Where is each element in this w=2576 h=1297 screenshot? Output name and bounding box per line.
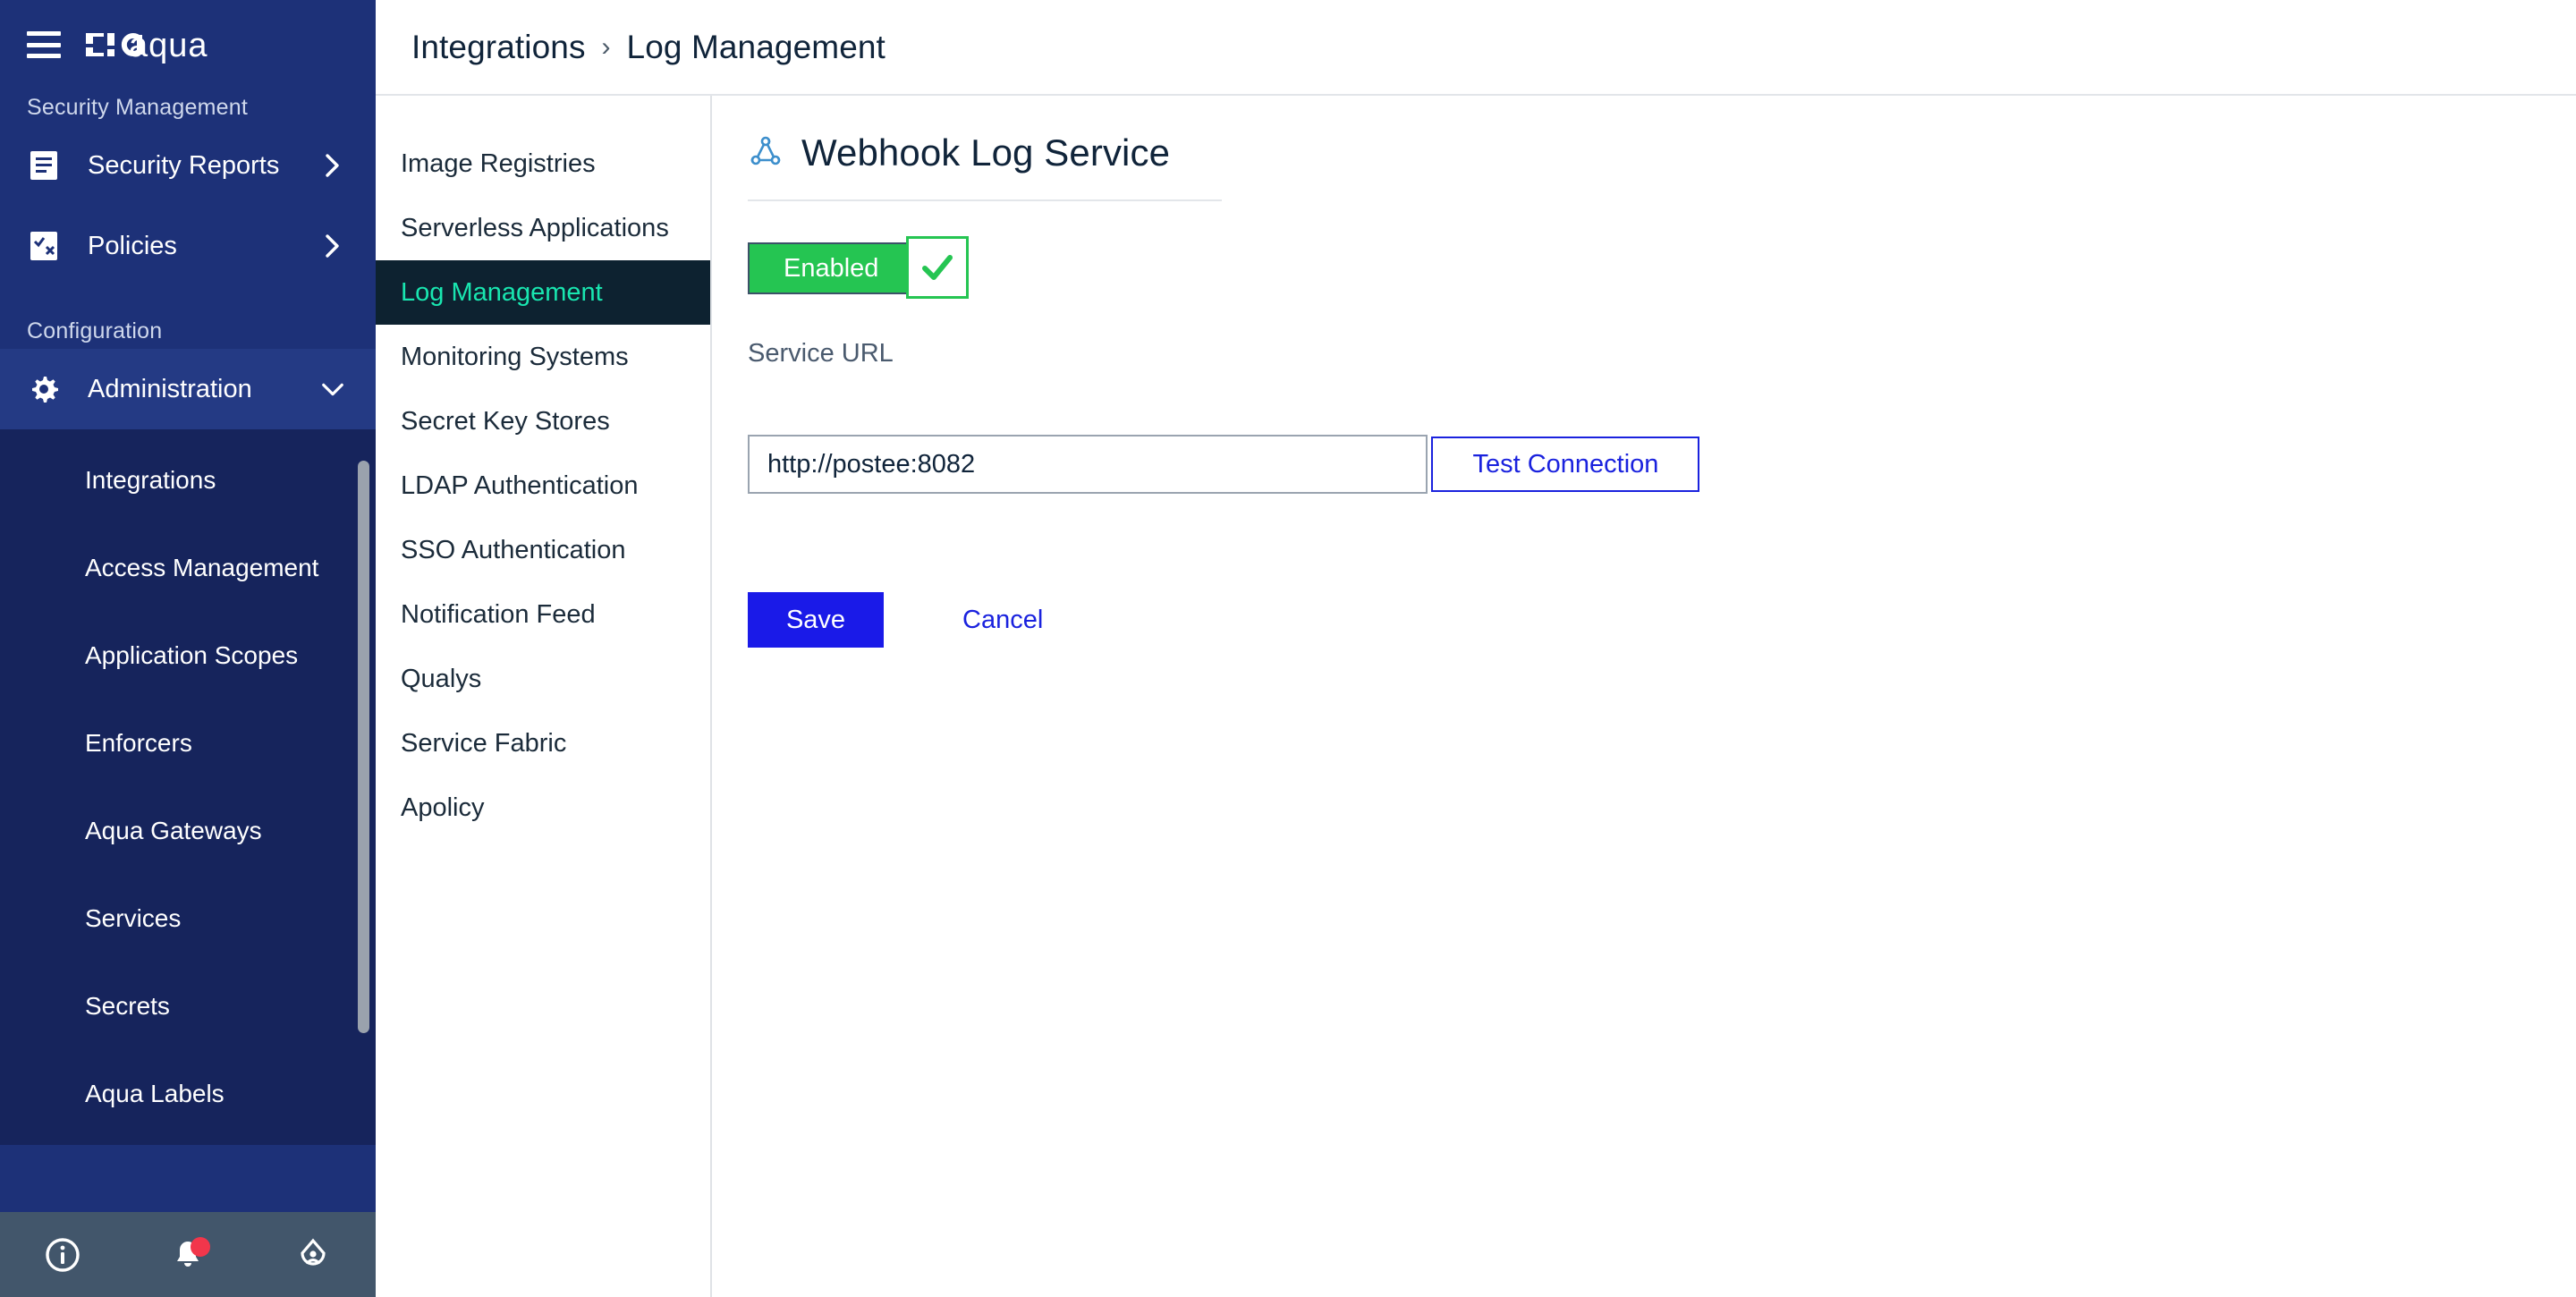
sidebar-item-integrations[interactable]: Integrations [0, 437, 376, 524]
enabled-toggle-label: Enabled [784, 254, 878, 284]
subnav-item-log-management[interactable]: Log Management [376, 260, 710, 325]
form-actions: Save Cancel [748, 592, 2576, 648]
chevron-down-icon [320, 377, 345, 402]
gear-icon [27, 372, 61, 406]
service-url-label: Service URL [748, 339, 2576, 369]
sidebar-item-aqua-gateways[interactable]: Aqua Gateways [0, 787, 376, 875]
service-url-input[interactable] [748, 435, 1428, 494]
sidebar-item-application-scopes[interactable]: Application Scopes [0, 612, 376, 699]
administration-submenu: Integrations Access Management Applicati… [0, 429, 376, 1145]
subnav-item-secret-key-stores[interactable]: Secret Key Stores [376, 389, 710, 454]
subnav-item-notification-feed[interactable]: Notification Feed [376, 582, 710, 647]
sidebar-item-label: Security Reports [88, 151, 320, 181]
sidebar-section-security-management: Security Management [0, 89, 376, 125]
svg-text:aqua: aqua [129, 27, 208, 64]
sidebar-scrollbar-thumb[interactable] [358, 461, 369, 1033]
enabled-checkbox[interactable] [906, 236, 969, 299]
body-area: Image Registries Serverless Applications… [376, 96, 2576, 1297]
cancel-button[interactable]: Cancel [962, 606, 1043, 635]
sidebar-item-secrets[interactable]: Secrets [0, 962, 376, 1050]
subnav-item-serverless-applications[interactable]: Serverless Applications [376, 196, 710, 260]
subnav-item-image-registries[interactable]: Image Registries [376, 131, 710, 196]
chevron-right-icon [320, 153, 345, 178]
sidebar-item-enforcers[interactable]: Enforcers [0, 699, 376, 787]
subnav-item-qualys[interactable]: Qualys [376, 647, 710, 711]
sidebar-item-aqua-labels[interactable]: Aqua Labels [0, 1050, 376, 1138]
sidebar-footer [0, 1212, 376, 1297]
info-circle-icon[interactable] [0, 1212, 125, 1297]
sidebar-scroll-area: Security Management Security Reports [0, 89, 376, 1212]
sidebar-item-services[interactable]: Services [0, 875, 376, 962]
notification-badge [191, 1237, 210, 1257]
sidebar-item-access-management[interactable]: Access Management [0, 524, 376, 612]
sidebar-item-policies[interactable]: Policies [0, 206, 376, 286]
sidebar-item-security-reports[interactable]: Security Reports [0, 125, 376, 206]
main-sidebar: aqua Security Management Security Report… [0, 0, 376, 1297]
subnav-item-sso-authentication[interactable]: SSO Authentication [376, 518, 710, 582]
sidebar-item-administration[interactable]: Administration [0, 349, 376, 429]
checkmark-icon [918, 248, 957, 287]
subnav-item-ldap-authentication[interactable]: LDAP Authentication [376, 454, 710, 518]
subnav-item-apolicy[interactable]: Apolicy [376, 776, 710, 840]
report-document-icon [27, 148, 61, 182]
aqua-logo-svg: aqua [84, 24, 254, 65]
breadcrumb-separator-icon: › [602, 32, 611, 63]
page-title: Webhook Log Service [801, 131, 1170, 174]
test-connection-button[interactable]: Test Connection [1431, 437, 1699, 492]
webhook-icon [748, 133, 784, 174]
panel-header: Webhook Log Service [748, 131, 1222, 201]
webhook-log-service-panel: Webhook Log Service Enabled Service URL … [712, 96, 2576, 1297]
breadcrumb: Integrations › Log Management [376, 0, 2576, 96]
sidebar-header: aqua [0, 0, 376, 89]
chevron-right-icon [320, 233, 345, 259]
sidebar-item-label: Policies [88, 232, 320, 261]
subnav-item-service-fabric[interactable]: Service Fabric [376, 711, 710, 776]
breadcrumb-parent[interactable]: Integrations [411, 29, 586, 66]
user-drop-icon[interactable] [250, 1212, 376, 1297]
notification-bell-icon[interactable] [125, 1212, 250, 1297]
content-area: Integrations › Log Management Image Regi… [376, 0, 2576, 1297]
policy-checklist-icon [27, 229, 61, 263]
app-root: aqua Security Management Security Report… [0, 0, 2576, 1297]
aqua-logo[interactable]: aqua [84, 24, 254, 65]
breadcrumb-current: Log Management [627, 29, 886, 66]
sidebar-section-configuration: Configuration [0, 313, 376, 349]
enabled-toggle[interactable]: Enabled [748, 242, 1016, 298]
integrations-subnav: Image Registries Serverless Applications… [376, 96, 712, 1297]
subnav-item-monitoring-systems[interactable]: Monitoring Systems [376, 325, 710, 389]
hamburger-menu-icon[interactable] [27, 31, 61, 58]
sidebar-item-label: Administration [88, 375, 320, 404]
save-button[interactable]: Save [748, 592, 884, 648]
